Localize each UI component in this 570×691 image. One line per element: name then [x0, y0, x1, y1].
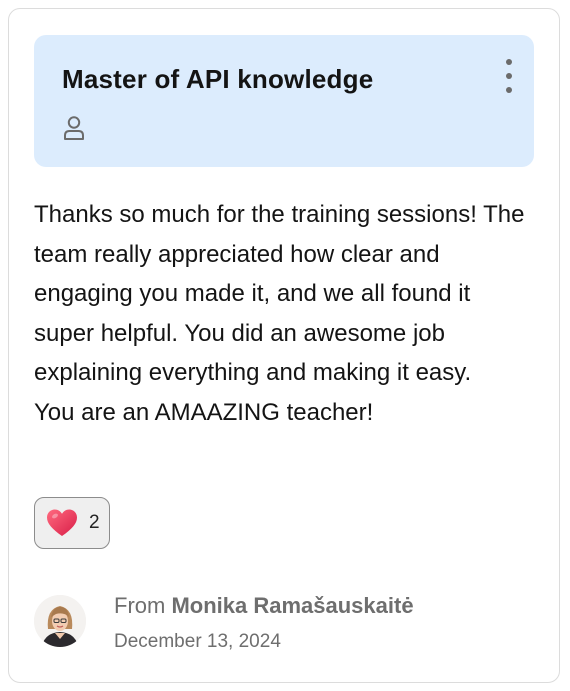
- more-vertical-icon[interactable]: [502, 59, 516, 93]
- reaction-count: 2: [89, 512, 100, 533]
- kudos-message: Thanks so much for the training sessions…: [34, 201, 525, 426]
- person-icon: [64, 116, 84, 140]
- kudos-card: Master of API knowledge Thanks so much f…: [8, 8, 560, 683]
- post-date: December 13, 2024: [114, 631, 281, 652]
- avatar: [34, 595, 86, 647]
- author-line: From Monika Ramašauskaitė: [114, 593, 414, 619]
- reaction-button[interactable]: 2: [34, 497, 110, 549]
- heart-icon: [47, 509, 77, 536]
- from-label: From: [114, 593, 166, 618]
- card-header: Master of API knowledge: [34, 35, 534, 167]
- card-title: Master of API knowledge: [62, 64, 374, 94]
- author-name: Monika Ramašauskaitė: [171, 593, 414, 618]
